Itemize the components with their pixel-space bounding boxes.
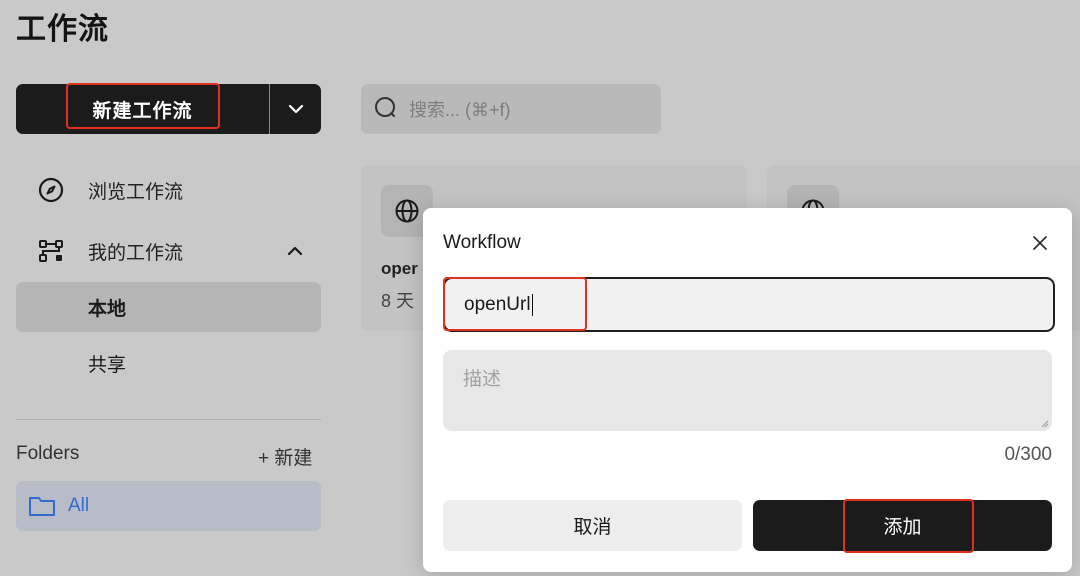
new-folder-button[interactable]: + 新建: [258, 443, 312, 470]
sidebar-item-label: 我的工作流: [88, 242, 184, 264]
search-placeholder: 搜索... (⌘+f): [409, 100, 511, 120]
sidebar-item-local[interactable]: 本地: [16, 282, 321, 332]
resize-handle-icon[interactable]: [1039, 418, 1049, 428]
compass-icon: [38, 177, 64, 203]
sidebar-item-browse[interactable]: 浏览工作流: [38, 165, 183, 215]
chevron-up-icon[interactable]: [287, 246, 303, 256]
new-workflow-dropdown-button[interactable]: [270, 84, 321, 134]
page-title: 工作流: [16, 13, 109, 46]
folder-label: All: [68, 495, 90, 516]
folder-icon: [29, 497, 55, 516]
sidebar-item-my-workflows[interactable]: 我的工作流: [38, 226, 303, 276]
search-input[interactable]: 搜索... (⌘+f): [361, 84, 661, 134]
sidebar-item-label: 浏览工作流: [88, 181, 184, 203]
char-count: 0/300: [1004, 444, 1052, 465]
sidebar-divider: [16, 419, 321, 420]
card-subtitle: 8 天: [381, 291, 415, 311]
workflow-dialog: Workflow openUrl 描述 0/300 取消 添加: [423, 208, 1072, 572]
search-icon: [375, 97, 395, 117]
chevron-down-icon: [288, 104, 303, 114]
folder-item-all[interactable]: All: [16, 481, 321, 531]
description-textarea[interactable]: 描述: [443, 350, 1052, 431]
new-workflow-button-group: 新建工作流: [16, 84, 321, 134]
text-cursor: [531, 293, 534, 316]
card-title: oper: [381, 259, 418, 278]
new-workflow-button[interactable]: 新建工作流: [16, 84, 269, 134]
workflow-name-value: openUrl: [464, 293, 531, 315]
cancel-button[interactable]: 取消: [443, 500, 742, 551]
sidebar-item-shared[interactable]: 共享: [88, 338, 126, 388]
folders-heading: Folders: [16, 443, 80, 464]
add-button[interactable]: 添加: [753, 500, 1052, 551]
close-icon[interactable]: [1029, 232, 1051, 254]
workflow-name-input[interactable]: openUrl: [443, 277, 1055, 332]
new-workflow-label: 新建工作流: [92, 100, 193, 122]
dialog-title: Workflow: [443, 232, 521, 253]
workflow-icon: [38, 238, 64, 264]
description-placeholder: 描述: [463, 369, 502, 390]
